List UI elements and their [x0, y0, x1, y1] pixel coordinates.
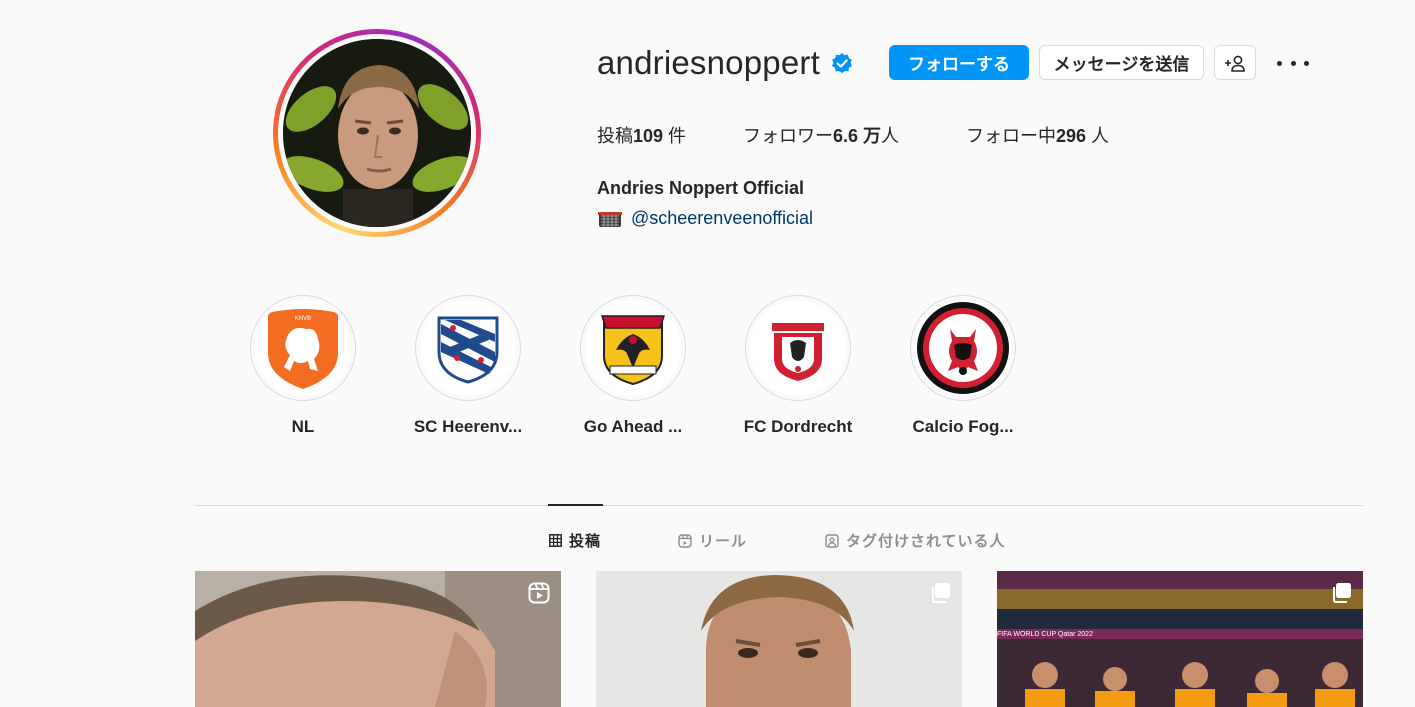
highlight-label: NL [291, 417, 315, 436]
sc-heerenveen-logo [437, 316, 499, 384]
tab-label: タグ付けされている人 [846, 533, 1006, 550]
username: andriesnoppert [597, 44, 820, 81]
highlight-fc-dordrecht[interactable]: FC Dordrecht [744, 295, 852, 436]
post-tile-3[interactable]: FIFA WORLD CUP Qatar 2022 [997, 571, 1363, 707]
fc-dordrecht-logo [772, 323, 824, 381]
knvb-lion-logo: KNVB [268, 309, 338, 389]
post-tile-1[interactable] [195, 571, 561, 707]
carousel-icon [929, 582, 951, 609]
highlight-nl[interactable]: KNVB NL [250, 295, 356, 436]
person-plus-icon [1225, 55, 1245, 72]
bio-mention-link[interactable]: @scheerenveenofficial [631, 208, 813, 229]
tab-label: 投稿 [569, 533, 602, 550]
tab-reels[interactable]: リール [678, 530, 747, 551]
post-image [596, 571, 962, 707]
highlight-go-ahead-eagles[interactable]: Go Ahead ... [580, 295, 686, 436]
carousel-icon [1330, 582, 1352, 609]
reels-icon [678, 533, 692, 548]
avatar-gap [278, 34, 476, 232]
more-options-icon[interactable] [1277, 52, 1309, 74]
post-image [997, 571, 1363, 707]
suggested-accounts-button[interactable] [1214, 45, 1256, 80]
goal-net-icon [598, 211, 622, 227]
post-image [195, 571, 561, 707]
grid-icon [549, 534, 562, 547]
bio-line: @scheerenveenofficial [597, 208, 813, 229]
profile-avatar[interactable] [273, 29, 481, 237]
follow-button[interactable]: フォローする [889, 45, 1029, 80]
tagged-icon [825, 533, 839, 548]
tab-posts[interactable]: 投稿 [549, 530, 601, 551]
tab-tagged[interactable]: タグ付けされている人 [825, 530, 1006, 551]
reel-icon [528, 582, 550, 609]
message-button[interactable]: メッセージを送信 [1039, 45, 1204, 80]
avatar-photo [283, 39, 471, 227]
full-name: Andries Noppert Official [597, 178, 805, 198]
highlight-calcio-foggia[interactable]: Calcio Fog... [910, 295, 1016, 436]
highlight-label: SC Heerenv... [413, 417, 523, 436]
post-tile-2[interactable] [596, 571, 962, 707]
go-ahead-eagles-logo [600, 315, 666, 386]
followers-count[interactable]: フォロワー6.6 万人 [743, 122, 899, 148]
calcio-foggia-logo [917, 302, 1009, 394]
tabs-divider [195, 505, 1363, 506]
svg-text:KNVB: KNVB [295, 316, 311, 322]
verified-badge-icon [830, 52, 854, 76]
tab-label: リール [699, 533, 748, 550]
highlight-label: FC Dordrecht [743, 417, 853, 436]
highlight-sc-heerenveen[interactable]: SC Heerenv... [414, 295, 522, 436]
posts-count: 投稿109 件 [597, 126, 687, 146]
highlight-label: Go Ahead ... [583, 417, 683, 436]
post-banner-text: FIFA WORLD CUP Qatar 2022 [997, 631, 1093, 638]
following-count[interactable]: フォロー中296 人 [966, 122, 1109, 148]
highlight-label: Calcio Fog... [912, 417, 1014, 436]
active-tab-indicator [548, 504, 603, 506]
